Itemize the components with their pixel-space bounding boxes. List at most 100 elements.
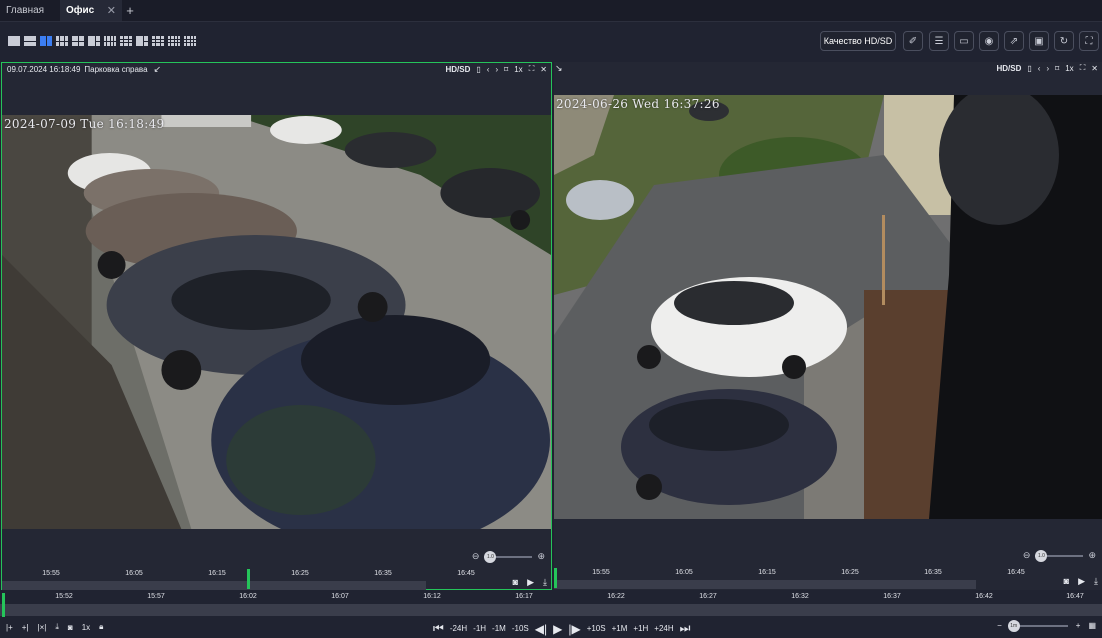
plus-1m-button[interactable]: +1M [612, 624, 628, 633]
zoom-in-icon[interactable]: + [1076, 621, 1081, 630]
plus-10s-button[interactable]: +10S [587, 624, 606, 633]
export-button[interactable]: ⇗ [1004, 31, 1024, 51]
layout-3x3b-icon[interactable] [152, 36, 164, 46]
play-icon[interactable]: ▶ [553, 622, 562, 636]
zoom-slider[interactable]: 1.0 [1035, 549, 1084, 562]
step-forward-icon[interactable]: |▶ [568, 622, 580, 636]
collapse-arrow-icon[interactable]: ↙ [154, 64, 162, 75]
quality-button[interactable]: Качество HD/SD [820, 31, 896, 51]
minus-24h-button[interactable]: -24H [450, 624, 467, 633]
camera-timeline[interactable]: 15:55 16:05 16:15 16:25 16:35 16:45 ◙ ▶ … [554, 567, 1102, 590]
download-icon[interactable]: ⤓ [543, 577, 547, 588]
brush-button[interactable]: ✐ [903, 31, 923, 51]
plus-1h-button[interactable]: +1H [633, 624, 648, 633]
list-button[interactable]: ☰ [929, 31, 949, 51]
layout-3plus2-icon[interactable] [56, 36, 68, 46]
eye-button[interactable]: ◉ [979, 31, 999, 51]
prev-icon[interactable]: ‹ [487, 65, 490, 74]
zoom-out-icon[interactable]: ⊖ [1023, 550, 1031, 561]
timeline-cursor[interactable] [247, 569, 250, 589]
quality-toggle[interactable]: HD/SD [445, 65, 470, 74]
layout-3x3-icon[interactable] [120, 36, 132, 46]
panel-icon[interactable]: ▯ [1027, 64, 1031, 73]
timeline-zoom-slider[interactable]: 1m [1007, 619, 1068, 632]
minus-1h-button[interactable]: -1H [473, 624, 486, 633]
picture-button[interactable]: ▣ [1029, 31, 1049, 51]
add-tab-button[interactable]: + [122, 0, 138, 21]
timeline-cursor[interactable] [554, 568, 557, 588]
eye-icon: ◉ [984, 35, 994, 47]
quality-toggle[interactable]: HD/SD [996, 64, 1021, 73]
camera-timeline[interactable]: 15:55 16:05 16:15 16:25 16:35 16:45 ◙ ▶ … [2, 568, 551, 591]
expand-arrow-icon[interactable]: ↘ [555, 63, 563, 74]
zoom-slider[interactable]: 1.0 [484, 550, 533, 563]
tab-home[interactable]: Главная [0, 0, 60, 21]
layout-2x2-icon[interactable] [72, 36, 84, 46]
zoom-in-icon[interactable]: ⊕ [1088, 550, 1096, 561]
layout-1plus2-icon[interactable] [88, 36, 100, 46]
fullscreen-button[interactable]: ⛶ [1079, 31, 1099, 51]
close-icon[interactable]: ✕ [540, 65, 547, 74]
timeline-zoom-knob[interactable]: 1m [1007, 619, 1020, 632]
bookmark-icon[interactable]: ⌑ [1055, 64, 1059, 73]
calendar-icon[interactable]: ▦ [1088, 621, 1096, 630]
refresh-button[interactable]: ↻ [1054, 31, 1074, 51]
camera-icon[interactable]: ◙ [68, 623, 73, 632]
camera-pane-1[interactable]: 09.07.2024 16:18:49 Парковка справа ↙ HD… [1, 62, 552, 590]
prev-icon[interactable]: ‹ [1038, 64, 1041, 73]
layout-1x2-icon[interactable] [24, 36, 36, 46]
minus-10s-button[interactable]: -10S [512, 624, 529, 633]
timeline-tick: 16:05 [675, 569, 693, 576]
mark-start-icon[interactable]: |+ [6, 623, 13, 632]
main-timeline-cursor[interactable] [2, 593, 5, 617]
mark-end-icon[interactable]: +| [22, 623, 29, 632]
zoom-out-icon[interactable]: − [997, 621, 1002, 630]
download-icon[interactable]: ⤓ [1094, 576, 1098, 587]
camera-pane-2[interactable]: ↘ HD/SD ▯ ‹ › ⌑ 1x ⛶ ✕ 2024-06-26 Wed 16… [554, 62, 1102, 590]
panel-icon[interactable]: ▯ [476, 65, 480, 74]
monitor-button[interactable]: ▭ [954, 31, 974, 51]
left-controls: |+ +| |×| ⤓ ◙ 1x 🔒︎ [6, 622, 103, 632]
zoom-in-icon[interactable]: ⊕ [537, 551, 545, 562]
lock-icon[interactable]: 🔒︎ [99, 622, 103, 632]
tab-office[interactable]: Офис ✕ [60, 0, 122, 21]
speed-label[interactable]: 1x [514, 65, 522, 74]
main-timeline[interactable]: 15:52 15:57 16:02 16:07 16:12 16:17 16:2… [0, 590, 1102, 618]
timeline-track[interactable] [2, 581, 426, 590]
video-feed[interactable]: 2024-07-09 Tue 16:18:49 [2, 115, 551, 529]
next-icon[interactable]: › [1046, 64, 1049, 73]
layout-1x1-icon[interactable] [8, 36, 20, 46]
layout-2x4-icon[interactable] [104, 36, 116, 46]
layout-2x1-icon[interactable] [40, 36, 52, 46]
play-icon[interactable]: ▶ [1078, 576, 1085, 587]
plus-24h-button[interactable]: +24H [654, 624, 673, 633]
close-icon[interactable]: ✕ [107, 4, 116, 17]
zoom-out-icon[interactable]: ⊖ [472, 551, 480, 562]
expand-icon[interactable]: ⛶ [1080, 63, 1086, 73]
minus-1m-button[interactable]: -1M [492, 624, 506, 633]
courtyard-scene-image [554, 95, 1102, 519]
close-icon[interactable]: ✕ [1091, 64, 1098, 73]
zoom-knob[interactable]: 1.0 [1035, 549, 1048, 562]
zoom-knob[interactable]: 1.0 [484, 550, 497, 563]
play-icon[interactable]: ▶ [527, 577, 534, 588]
bookmark-icon[interactable]: ⌑ [504, 65, 508, 74]
expand-icon[interactable]: ⛶ [529, 64, 535, 74]
camera-icon[interactable]: ◙ [1064, 576, 1069, 587]
main-timeline-track[interactable] [0, 604, 1102, 616]
zoom-control: ⊖ 1.0 ⊕ [472, 550, 545, 563]
clear-mark-icon[interactable]: |×| [38, 623, 47, 632]
step-back-icon[interactable]: ◀| [535, 622, 547, 636]
download-icon[interactable]: ⤓ [55, 622, 59, 632]
timeline-track[interactable] [554, 580, 976, 589]
layout-3x4-icon[interactable] [168, 36, 180, 46]
skip-start-icon[interactable]: ⏮ [433, 621, 444, 636]
next-icon[interactable]: › [495, 65, 498, 74]
layout-1plus5-icon[interactable] [136, 36, 148, 46]
skip-end-icon[interactable]: ⏭ [680, 621, 691, 636]
camera-icon[interactable]: ◙ [513, 577, 518, 588]
speed-label[interactable]: 1x [1065, 64, 1073, 73]
video-feed[interactable]: 2024-06-26 Wed 16:37:26 [554, 95, 1102, 519]
speed-label[interactable]: 1x [82, 623, 90, 632]
layout-4x4-icon[interactable] [184, 36, 196, 46]
